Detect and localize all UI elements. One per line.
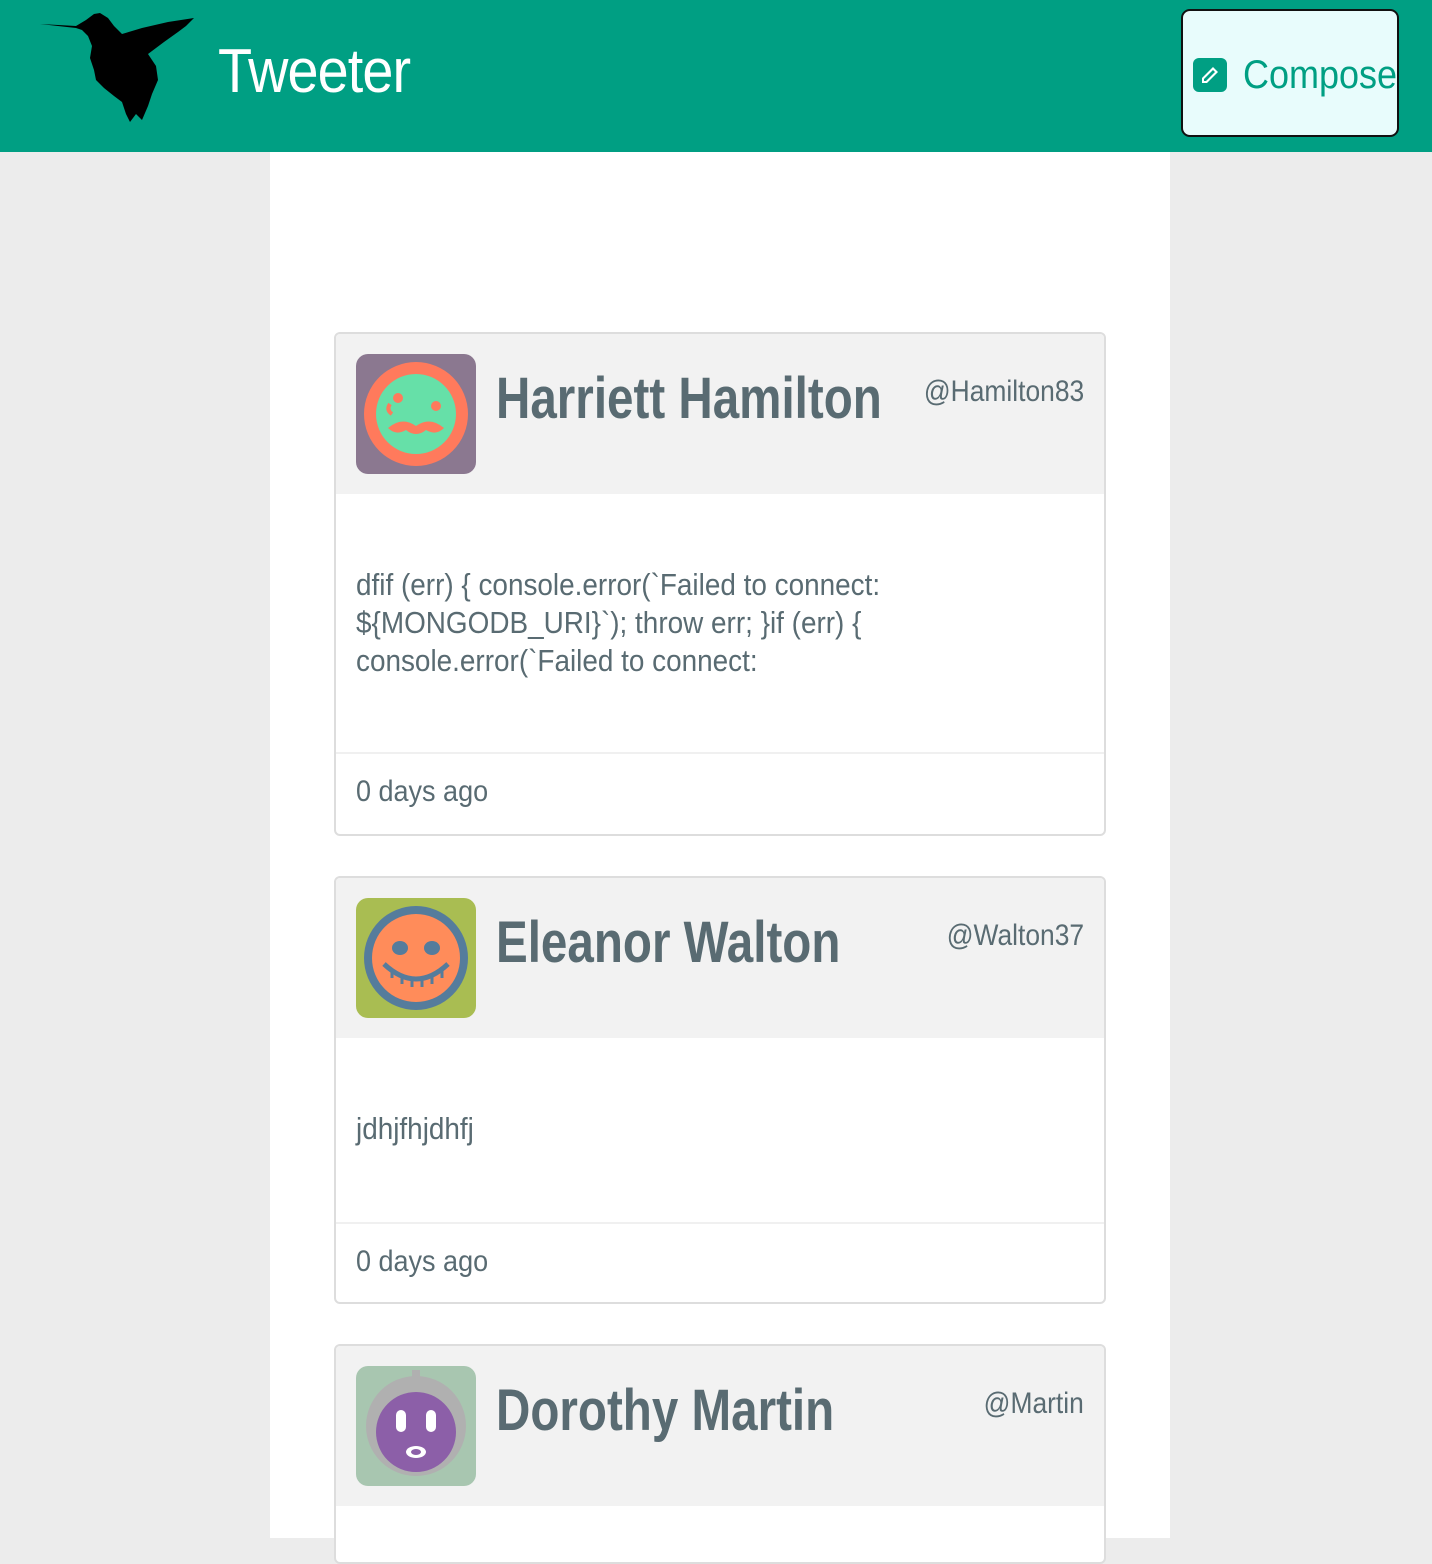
tweet-header: Dorothy Martin @Martin	[336, 1346, 1104, 1506]
tweet-timestamp: 0 days ago	[356, 1245, 489, 1278]
tweet-body: jdhjfhjdhfj	[336, 1038, 1104, 1222]
tweet-author-name: Dorothy Martin	[496, 1378, 835, 1443]
app-header: Tweeter Compose	[0, 0, 1432, 152]
tweet-timestamp: 0 days ago	[356, 775, 489, 808]
compose-button[interactable]: Compose	[1181, 9, 1399, 137]
tweet-header: Harriett Hamilton @Hamilton83	[336, 334, 1104, 494]
compose-label: Compose	[1243, 53, 1398, 97]
tweet-footer: 0 days ago	[336, 752, 1104, 832]
tweet-body: dfif (err) { console.error(`Failed to co…	[336, 494, 1104, 752]
hummingbird-logo-icon	[38, 10, 198, 128]
tweet-text: jdhjfhjdhfj	[356, 1111, 474, 1146]
mustache-face-avatar-icon	[356, 354, 476, 474]
tweet-author-name: Harriett Hamilton	[496, 366, 882, 431]
tweet-card: Dorothy Martin @Martin	[334, 1344, 1106, 1564]
robot-face-avatar-icon	[356, 1366, 476, 1486]
tweet-card: Harriett Hamilton @Hamilton83 dfif (err)…	[334, 332, 1106, 836]
tweet-author-handle: @Walton37	[946, 919, 1084, 952]
tweet-footer: 0 days ago	[336, 1222, 1104, 1302]
app-title: Tweeter	[218, 37, 411, 106]
tweet-author-name: Eleanor Walton	[496, 910, 841, 975]
tweet-author-handle: @Hamilton83	[923, 375, 1084, 408]
tweet-text: dfif (err) { console.error(`Failed to co…	[356, 567, 881, 678]
tweet-card: Eleanor Walton @Walton37 jdhjfhjdhfj 0 d…	[334, 876, 1106, 1304]
pumpkin-face-avatar-icon	[356, 898, 476, 1018]
tweet-header: Eleanor Walton @Walton37	[336, 878, 1104, 1038]
tweet-author-handle: @Martin	[983, 1387, 1084, 1420]
edit-pencil-icon	[1193, 58, 1227, 92]
tweets-feed: Harriett Hamilton @Hamilton83 dfif (err)…	[270, 152, 1170, 1564]
